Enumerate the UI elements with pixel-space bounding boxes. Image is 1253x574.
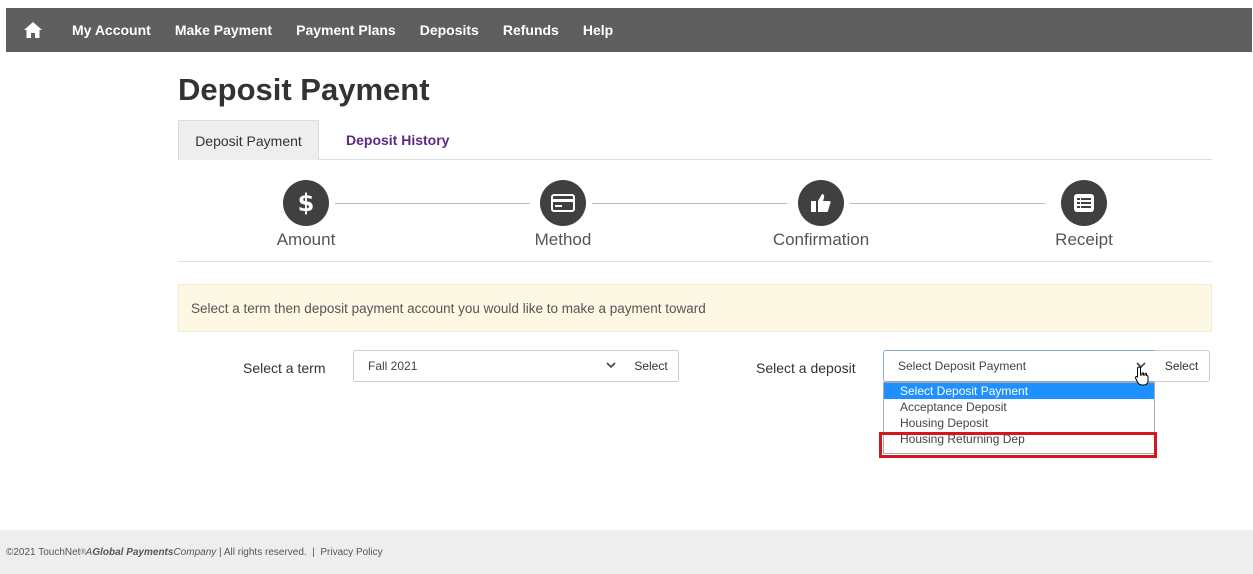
nav-refunds[interactable]: Refunds bbox=[491, 8, 571, 52]
term-select[interactable]: Fall 2021 bbox=[353, 350, 625, 382]
footer: ©2021 TouchNet ® A Global Payments Compan… bbox=[0, 530, 1253, 574]
tab-deposit-payment[interactable]: Deposit Payment bbox=[178, 120, 319, 160]
nav-make-payment[interactable]: Make Payment bbox=[163, 8, 284, 52]
term-select-button[interactable]: Select bbox=[624, 350, 679, 382]
page-title: Deposit Payment bbox=[178, 72, 430, 107]
footer-company: Company bbox=[173, 546, 217, 558]
dropdown-option-housing-deposit[interactable]: Housing Deposit bbox=[884, 415, 1154, 431]
step-label: Confirmation bbox=[772, 230, 870, 249]
privacy-policy-link[interactable]: Privacy Policy bbox=[320, 547, 382, 558]
deposit-select-value: Select Deposit Payment bbox=[898, 359, 1027, 373]
progress-steps: $ Amount Method Confirmation Receipt bbox=[178, 160, 1212, 262]
footer-copyright: ©2021 TouchNet bbox=[6, 546, 81, 558]
nav-my-account[interactable]: My Account bbox=[60, 8, 163, 52]
step-confirmation: Confirmation bbox=[751, 180, 891, 250]
alert-text: Select a term then deposit payment accou… bbox=[191, 300, 706, 316]
tab-bar: Deposit Payment Deposit History bbox=[178, 120, 1212, 160]
instruction-alert: Select a term then deposit payment accou… bbox=[178, 284, 1212, 332]
dollar-icon: $ bbox=[283, 180, 329, 226]
tab-deposit-history[interactable]: Deposit History bbox=[332, 120, 463, 160]
list-icon bbox=[1061, 180, 1107, 226]
deposit-select[interactable]: Select Deposit Payment bbox=[883, 350, 1155, 382]
footer-a: A bbox=[85, 546, 93, 558]
step-label: Receipt bbox=[1055, 230, 1113, 249]
deposit-select-button[interactable]: Select bbox=[1154, 350, 1210, 382]
step-label: Amount bbox=[276, 230, 336, 249]
dropdown-option-select-deposit[interactable]: Select Deposit Payment bbox=[884, 383, 1154, 399]
nav-help[interactable]: Help bbox=[571, 8, 625, 52]
term-label: Select a term bbox=[243, 360, 326, 376]
step-amount: $ Amount bbox=[236, 180, 376, 250]
nav-deposits[interactable]: Deposits bbox=[408, 8, 491, 52]
hand-cursor-icon bbox=[1134, 366, 1150, 391]
credit-card-icon bbox=[540, 180, 586, 226]
dropdown-option-acceptance-deposit[interactable]: Acceptance Deposit bbox=[884, 399, 1154, 415]
deposit-label: Select a deposit bbox=[756, 360, 856, 376]
step-receipt: Receipt bbox=[1014, 180, 1154, 250]
highlight-box bbox=[879, 432, 1157, 458]
step-method: Method bbox=[493, 180, 633, 250]
nav-payment-plans[interactable]: Payment Plans bbox=[284, 8, 408, 52]
step-label: Method bbox=[534, 230, 592, 249]
footer-rights: | All rights reserved. | bbox=[216, 546, 321, 558]
thumbs-up-icon bbox=[798, 180, 844, 226]
footer-brand: Global Payments bbox=[92, 546, 174, 558]
term-select-value: Fall 2021 bbox=[368, 359, 418, 373]
chevron-down-icon bbox=[606, 359, 616, 374]
home-icon[interactable] bbox=[6, 8, 60, 52]
top-nav: My Account Make Payment Payment Plans De… bbox=[6, 8, 1252, 52]
